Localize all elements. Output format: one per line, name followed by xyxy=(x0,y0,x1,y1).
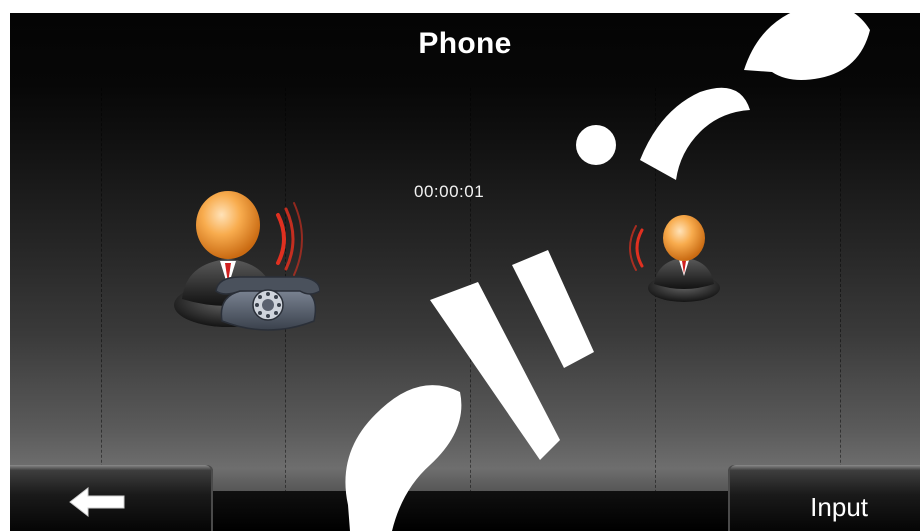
back-button[interactable] xyxy=(10,465,213,531)
left-arrow-icon xyxy=(69,486,125,518)
input-button-label: Input xyxy=(810,492,868,522)
callee-avatar-icon xyxy=(629,215,720,302)
bottom-bar: Input xyxy=(10,465,920,531)
phone-call-screen: Phone 00:00:01 Input xyxy=(10,13,920,531)
call-timer: 00:00:01 xyxy=(414,182,485,201)
grid-line xyxy=(101,88,102,508)
grid-line xyxy=(840,88,841,508)
caller-avatar-icon xyxy=(174,191,320,331)
grid-line xyxy=(470,88,471,508)
input-button[interactable]: Input xyxy=(728,465,920,531)
page-title: Phone xyxy=(418,27,512,60)
